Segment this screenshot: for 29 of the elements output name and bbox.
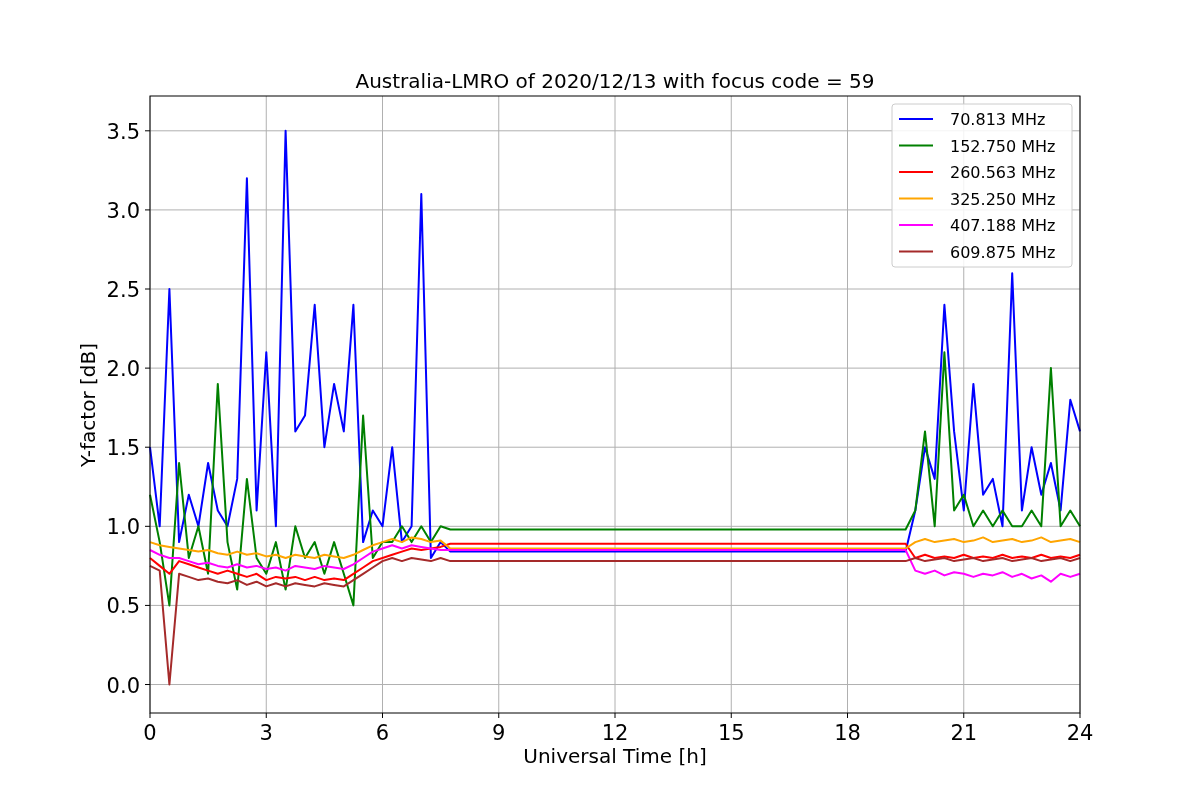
tick-label: 9 [492,721,506,745]
legend-swatch [898,197,934,200]
x-axis-label: Universal Time [h] [523,744,707,768]
tick-label: 3 [259,721,273,745]
legend-swatch [898,250,934,253]
legend-label: 609.875 MHz [950,242,1056,262]
legend-label: 152.750 MHz [950,136,1056,156]
tick-label: 12 [601,721,629,745]
legend-swatch [898,144,934,147]
tick-label: 3.0 [106,198,140,223]
tick-label: 15 [717,721,745,745]
legend-label: 70.813 MHz [950,110,1046,129]
legend-label: 407.188 MHz [950,216,1056,235]
tick-label: 1.5 [106,436,140,461]
legend-label: 260.563 MHz [950,163,1056,182]
tick-label: 2.0 [106,357,140,382]
tick-label: 0 [143,721,157,745]
y-axis-label: Y-factor [dB] [76,343,100,467]
tick-label: 3.5 [106,119,140,144]
legend-label: 325.250 MHz [950,189,1056,209]
tick-label: 18 [834,721,861,745]
tick-label: 1.0 [106,515,140,540]
tick-label: 6 [375,721,390,745]
chart-title: Australia-LMRO of 2020/12/13 with focus code = 59 [355,69,875,93]
tick-label: 0.5 [106,594,140,619]
tick-label: 21 [950,721,978,745]
tick-label: 0.0 [106,673,140,698]
tick-label: 24 [1066,721,1094,745]
tick-label: 2.5 [106,278,140,302]
